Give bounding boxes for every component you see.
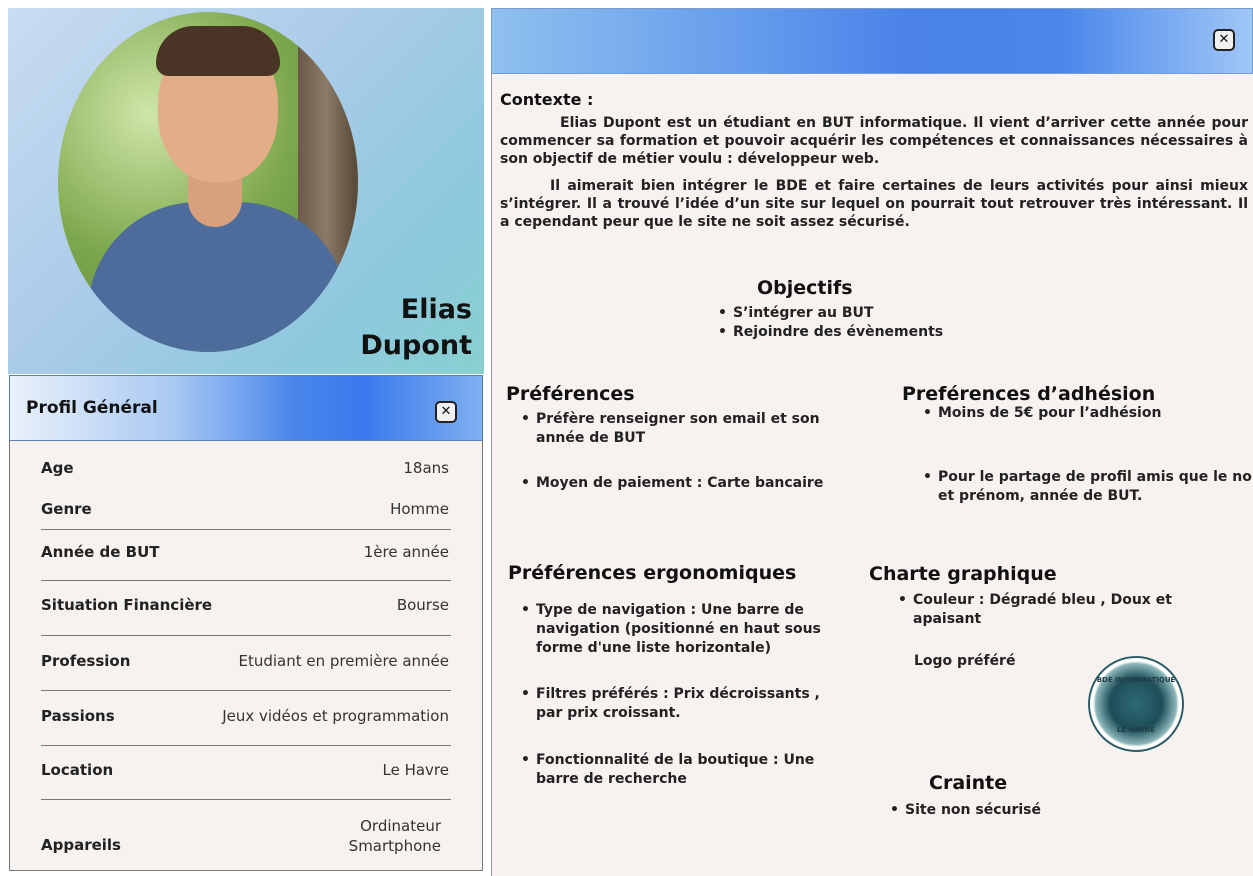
- profil-row-annee: Année de BUT 1ère année: [41, 543, 449, 561]
- persona-photo: [58, 12, 358, 352]
- persona-hero: Elias Dupont: [8, 8, 484, 374]
- close-icon[interactable]: ✕: [435, 401, 457, 423]
- persona-name: Elias Dupont: [360, 294, 472, 361]
- ergonomiques-list: Type de navigation : Une barre de naviga…: [518, 601, 836, 789]
- divider: [41, 690, 451, 691]
- list-item: Fonctionnalité de la boutique : Une barr…: [521, 751, 836, 789]
- profil-general-title: Profil Général: [26, 398, 158, 418]
- charte-title: Charte graphique: [869, 563, 1057, 585]
- preferences-title: Préférences: [506, 383, 635, 405]
- persona-detail-header: ✕: [491, 8, 1253, 74]
- profil-row-age: Age 18ans: [41, 459, 449, 477]
- profil-row-profession: Profession Etudiant en première année: [41, 652, 449, 670]
- ergonomiques-title: Préférences ergonomiques: [508, 562, 797, 584]
- profil-row-genre: Genre Homme: [41, 500, 449, 518]
- crainte-title: Crainte: [929, 772, 1008, 794]
- crainte-list: Site non sécurisé: [887, 801, 1041, 820]
- profil-row-appareils: Appareils Ordinateur Smartphone: [41, 817, 441, 855]
- divider: [41, 580, 451, 581]
- contexte-para2: Il aimerait bien intégrer le BDE et fair…: [500, 178, 1248, 230]
- contexte-para1: Elias Dupont est un étudiant en BUT info…: [500, 115, 1248, 167]
- list-item: Moyen de paiement : Carte bancaire: [521, 474, 866, 493]
- objectifs-list: S’intégrer au BUT Rejoindre des évènemen…: [715, 304, 943, 342]
- list-item: Préfère renseigner son email et son anné…: [521, 410, 866, 448]
- list-item: Rejoindre des évènements: [718, 323, 943, 342]
- divider: [41, 745, 451, 746]
- list-item: Pour le partage de profil amis que le no…: [923, 468, 1253, 506]
- preferences-list: Préfère renseigner son email et son anné…: [518, 410, 866, 493]
- profil-row-passions: Passions Jeux vidéos et programmation: [41, 707, 449, 725]
- adhesion-title: Preférences d’adhésion: [902, 383, 1156, 405]
- divider: [41, 799, 451, 800]
- divider: [41, 635, 451, 636]
- profil-row-situation: Situation Financière Bourse: [41, 596, 449, 614]
- list-item: Type de navigation : Une barre de naviga…: [521, 601, 836, 658]
- logo-label: Logo préféré: [914, 653, 1016, 669]
- profil-general-header: Profil Général ✕: [9, 375, 483, 441]
- adhesion-list: Moins de 5€ pour l’adhésion Pour le part…: [920, 404, 1253, 506]
- list-item: Filtres préférés : Prix décroissants , p…: [521, 685, 836, 723]
- charte-list: Couleur : Dégradé bleu , Doux et apaisan…: [895, 591, 1223, 629]
- list-item: S’intégrer au BUT: [718, 304, 943, 323]
- close-icon[interactable]: ✕: [1213, 29, 1235, 51]
- list-item: Site non sécurisé: [890, 801, 1041, 820]
- list-item: Moins de 5€ pour l’adhésion: [923, 404, 1253, 423]
- divider: [41, 529, 451, 530]
- list-item: Couleur : Dégradé bleu , Doux et apaisan…: [898, 591, 1223, 629]
- profil-row-location: Location Le Havre: [41, 761, 449, 779]
- bde-logo-image: BDE INFORMATIQUE LE HAVRE: [1088, 656, 1184, 752]
- objectifs-title: Objectifs: [757, 277, 853, 299]
- contexte-title: Contexte :: [500, 90, 594, 109]
